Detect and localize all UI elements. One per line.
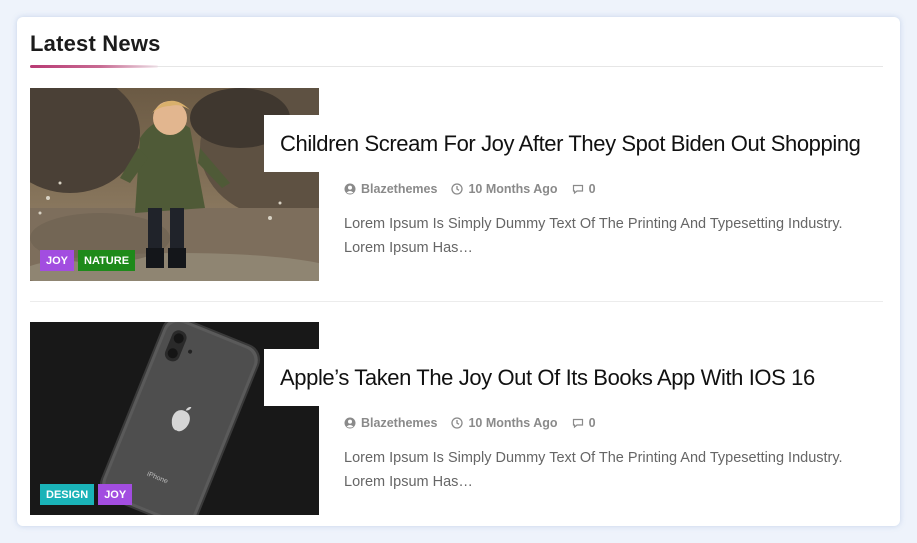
comments-meta[interactable]: 0 [572, 416, 596, 430]
article-meta: Blazethemes 10 Months Ago 0 [344, 416, 610, 430]
title-accent-bar [30, 65, 158, 68]
article-excerpt: Lorem Ipsum Is Simply Dummy Text Of The … [344, 446, 874, 494]
user-circle-icon [344, 417, 356, 429]
category-tag[interactable]: JOY [40, 250, 75, 271]
comment-count: 0 [588, 416, 596, 430]
author-name: Blazethemes [361, 182, 438, 196]
author-name: Blazethemes [361, 416, 438, 430]
category-tag[interactable]: JOY [98, 484, 133, 505]
comments-meta[interactable]: 0 [572, 182, 596, 196]
author-meta[interactable]: Blazethemes [344, 182, 437, 196]
comment-count: 0 [588, 182, 596, 196]
article-meta: Blazethemes 10 Months Ago 0 [344, 182, 610, 196]
post-date: 10 Months Ago [468, 182, 558, 196]
category-tags: DESIGN JOY [40, 484, 133, 505]
clock-icon [451, 417, 464, 429]
excerpt-line: Lorem Ipsum Has… [344, 474, 473, 490]
category-tags: JOY NATURE [40, 250, 136, 271]
article-divider [30, 301, 883, 302]
news-article: iPhone DESIGN JOY Apple’s Taken The Joy … [30, 322, 883, 516]
comment-icon [572, 184, 583, 195]
date-meta[interactable]: 10 Months Ago [451, 182, 558, 196]
article-title-box: Children Scream For Joy After They Spot … [264, 115, 877, 172]
news-article: JOY NATURE Children Scream For Joy After… [30, 88, 883, 281]
user-circle-icon [344, 183, 356, 195]
article-excerpt: Lorem Ipsum Is Simply Dummy Text Of The … [344, 212, 874, 260]
comment-icon [572, 418, 583, 429]
category-tag[interactable]: NATURE [78, 250, 136, 271]
article-title-box: Apple’s Taken The Joy Out Of Its Books A… [264, 349, 831, 406]
widget-title: Latest News [30, 31, 161, 56]
excerpt-line: Lorem Ipsum Is Simply Dummy Text Of The … [344, 216, 843, 232]
author-meta[interactable]: Blazethemes [344, 416, 437, 430]
excerpt-line: Lorem Ipsum Has… [344, 240, 473, 256]
latest-news-widget: Latest News JOY NATURE Children Scream F… [17, 17, 900, 526]
article-title[interactable]: Apple’s Taken The Joy Out Of Its Books A… [280, 365, 815, 391]
article-title[interactable]: Children Scream For Joy After They Spot … [280, 131, 861, 157]
date-meta[interactable]: 10 Months Ago [451, 416, 558, 430]
excerpt-line: Lorem Ipsum Is Simply Dummy Text Of The … [344, 450, 843, 466]
category-tag[interactable]: DESIGN [40, 484, 95, 505]
post-date: 10 Months Ago [468, 416, 558, 430]
clock-icon [451, 183, 464, 195]
